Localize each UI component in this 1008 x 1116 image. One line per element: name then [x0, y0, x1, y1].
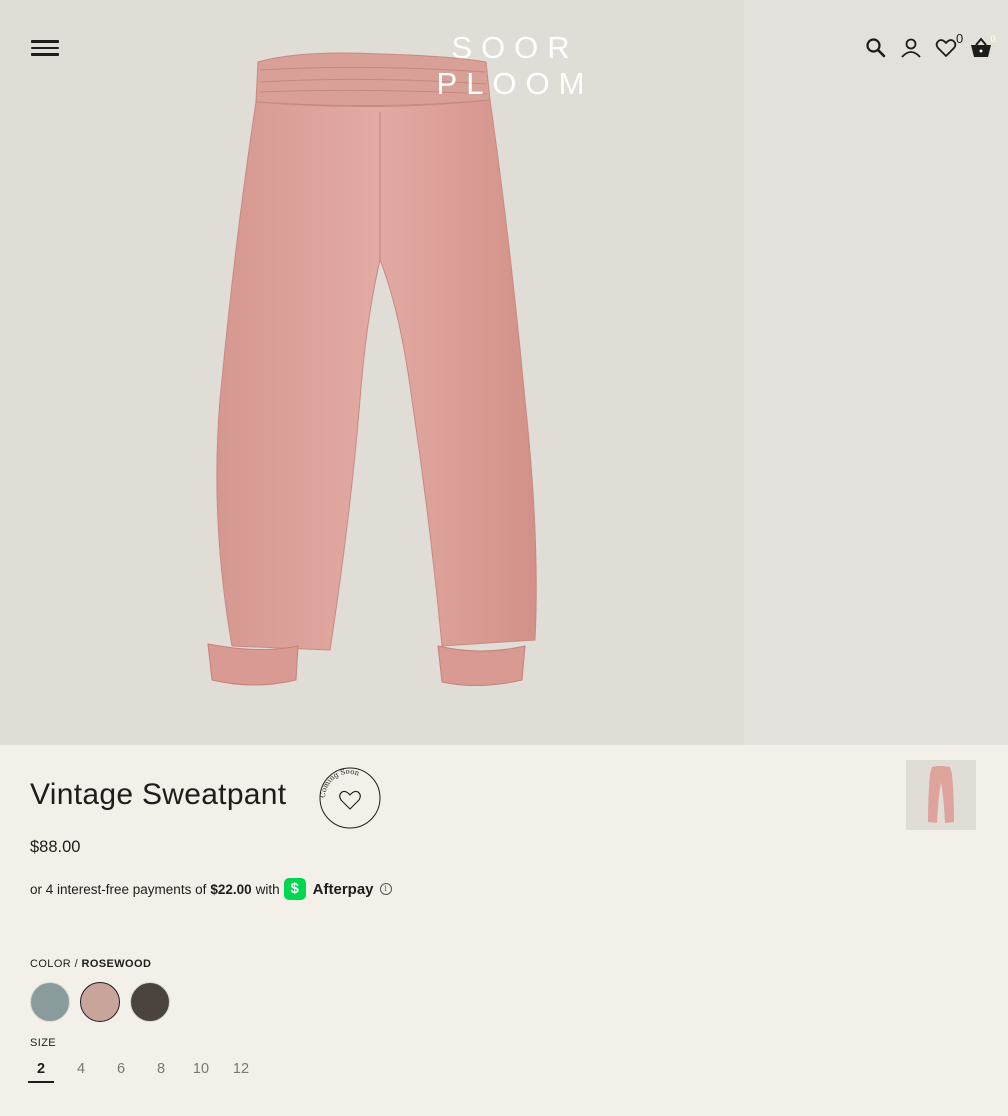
color-swatch-rosewood[interactable]: [80, 982, 120, 1022]
size-option-10[interactable]: 10: [188, 1061, 214, 1083]
product-title: Vintage Sweatpant: [30, 778, 287, 811]
sweatpant-image: [207, 52, 537, 687]
size-option-6[interactable]: 6: [108, 1061, 134, 1083]
product-hero-image: [0, 0, 1008, 745]
selected-color: ROSEWOOD: [81, 958, 152, 970]
info-icon[interactable]: i: [379, 883, 392, 895]
menu-icon[interactable]: [31, 36, 59, 60]
afterpay-dollar-icon: $: [283, 878, 306, 900]
search-icon[interactable]: [864, 36, 888, 60]
coming-soon-wishlist-button[interactable]: Coming Soon: [313, 764, 385, 832]
color-label: COLOR / ROSEWOOD: [30, 958, 152, 970]
site-header: SOOR PLOOM 0 0: [0, 0, 1008, 101]
wishlist-heart-icon: [339, 790, 361, 810]
color-swatch-slate[interactable]: [30, 982, 70, 1022]
site-logo[interactable]: SOOR PLOOM: [380, 30, 650, 102]
size-label: SIZE: [30, 1037, 57, 1049]
cart-count: 0: [987, 33, 999, 45]
size-option-2[interactable]: 2: [28, 1061, 54, 1083]
size-option-12[interactable]: 12: [228, 1061, 254, 1083]
afterpay-prefix: or 4 interest-free payments of: [30, 881, 207, 897]
heart-icon[interactable]: [934, 36, 958, 60]
product-thumbnail[interactable]: [906, 760, 976, 830]
size-option-8[interactable]: 8: [148, 1061, 174, 1083]
account-icon[interactable]: [899, 36, 923, 60]
wishlist-count: 0: [956, 31, 964, 46]
afterpay-amount: $22.00: [210, 881, 252, 897]
size-option-4[interactable]: 4: [68, 1061, 94, 1083]
product-price: $88.00: [30, 838, 81, 856]
afterpay-message: or 4 interest-free payments of $22.00 wi…: [30, 878, 392, 900]
afterpay-brand: Afterpay: [312, 880, 374, 898]
hero-background-panel: [744, 0, 1008, 745]
afterpay-with: with: [255, 881, 280, 897]
color-swatch-charcoal[interactable]: [130, 982, 170, 1022]
